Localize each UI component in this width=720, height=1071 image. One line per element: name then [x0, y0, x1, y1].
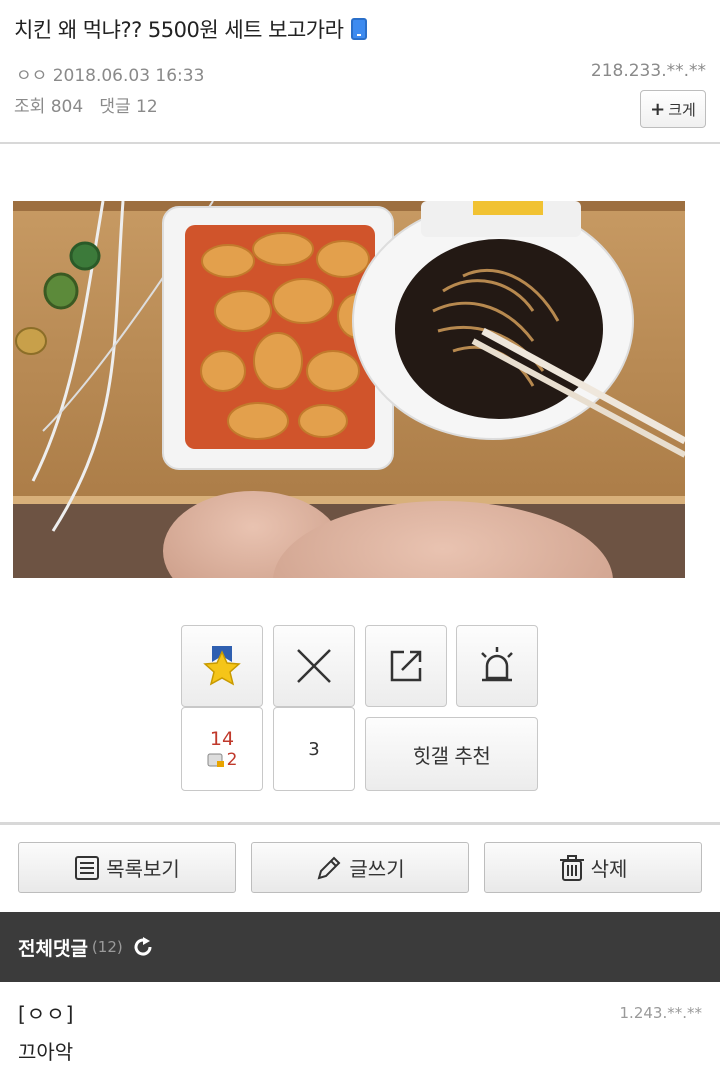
refresh-icon[interactable]: [131, 935, 155, 959]
fixed-user-icon: [207, 753, 224, 767]
post-title-text: 치킨 왜 먹냐?? 5500원 세트 보고가라: [14, 18, 344, 42]
recommend-sub-count: 2: [226, 750, 238, 770]
author-name[interactable]: ㅇㅇ: [16, 66, 47, 86]
recommend-count: 14: [209, 728, 235, 750]
post-meta: ㅇㅇ 2018.06.03 16:33: [16, 61, 204, 86]
views-label: 조회: [14, 97, 46, 117]
section-divider: [0, 822, 720, 825]
post-photo: [13, 201, 685, 578]
list-label: 목록보기: [106, 857, 180, 881]
comments-count: 12: [136, 97, 158, 117]
share-button[interactable]: [365, 625, 447, 707]
recommend-button[interactable]: [181, 625, 263, 707]
recommend-count-cell: 14 2: [181, 707, 263, 791]
post-datetime: 2018.06.03 16:33: [52, 66, 205, 86]
write-label: 글쓰기: [349, 857, 405, 881]
recommend-fix-count: 2: [207, 750, 238, 770]
hitgall-recommend-button[interactable]: 힛갤 추천: [365, 717, 538, 791]
comment-item: [ㅇㅇ] 1.243.**.** 끄아악: [0, 982, 720, 1071]
downvote-button[interactable]: [273, 625, 355, 707]
food-photo-illustration: [13, 201, 685, 578]
author-ip: 218.233.**.**: [590, 61, 706, 81]
comments-label: 댓글: [99, 97, 131, 117]
comments-total: (12): [91, 938, 123, 956]
share-icon: [390, 650, 422, 682]
delete-label: 삭제: [590, 857, 628, 881]
star-icon: [203, 646, 241, 686]
comment-author[interactable]: [ㅇㅇ]: [18, 998, 74, 1027]
comments-title: 전체댓글: [18, 937, 88, 960]
post-stats: 조회 804 댓글 12: [14, 92, 158, 117]
downvote-count-cell: 3: [273, 707, 355, 791]
siren-icon: [481, 647, 513, 682]
plus-icon: +: [650, 98, 666, 120]
comment-text: 끄아악: [18, 1040, 74, 1064]
delete-button[interactable]: 삭제: [484, 842, 702, 893]
report-button[interactable]: [456, 625, 538, 707]
close-icon: [297, 649, 331, 683]
write-button[interactable]: 글쓰기: [251, 842, 469, 893]
post-header: 치킨 왜 먹냐?? 5500원 세트 보고가라 ㅇㅇ 2018.06.03 16…: [0, 0, 720, 144]
views-count: 804: [50, 97, 84, 117]
mobile-icon: [351, 18, 368, 40]
list-button[interactable]: 목록보기: [18, 842, 236, 893]
post-title: 치킨 왜 먹냐?? 5500원 세트 보고가라: [14, 14, 368, 44]
pencil-icon: [317, 856, 341, 879]
downvote-count: 3: [308, 738, 320, 760]
enlarge-font-button[interactable]: + 크게: [640, 90, 706, 128]
trash-icon: [559, 854, 584, 881]
comment-ip: 1.243.**.**: [619, 1004, 702, 1022]
enlarge-label: 크게: [668, 100, 696, 119]
list-icon: [75, 855, 100, 880]
comments-header: 전체댓글 (12): [0, 912, 720, 982]
hitgall-label: 힛갤 추천: [412, 743, 491, 768]
